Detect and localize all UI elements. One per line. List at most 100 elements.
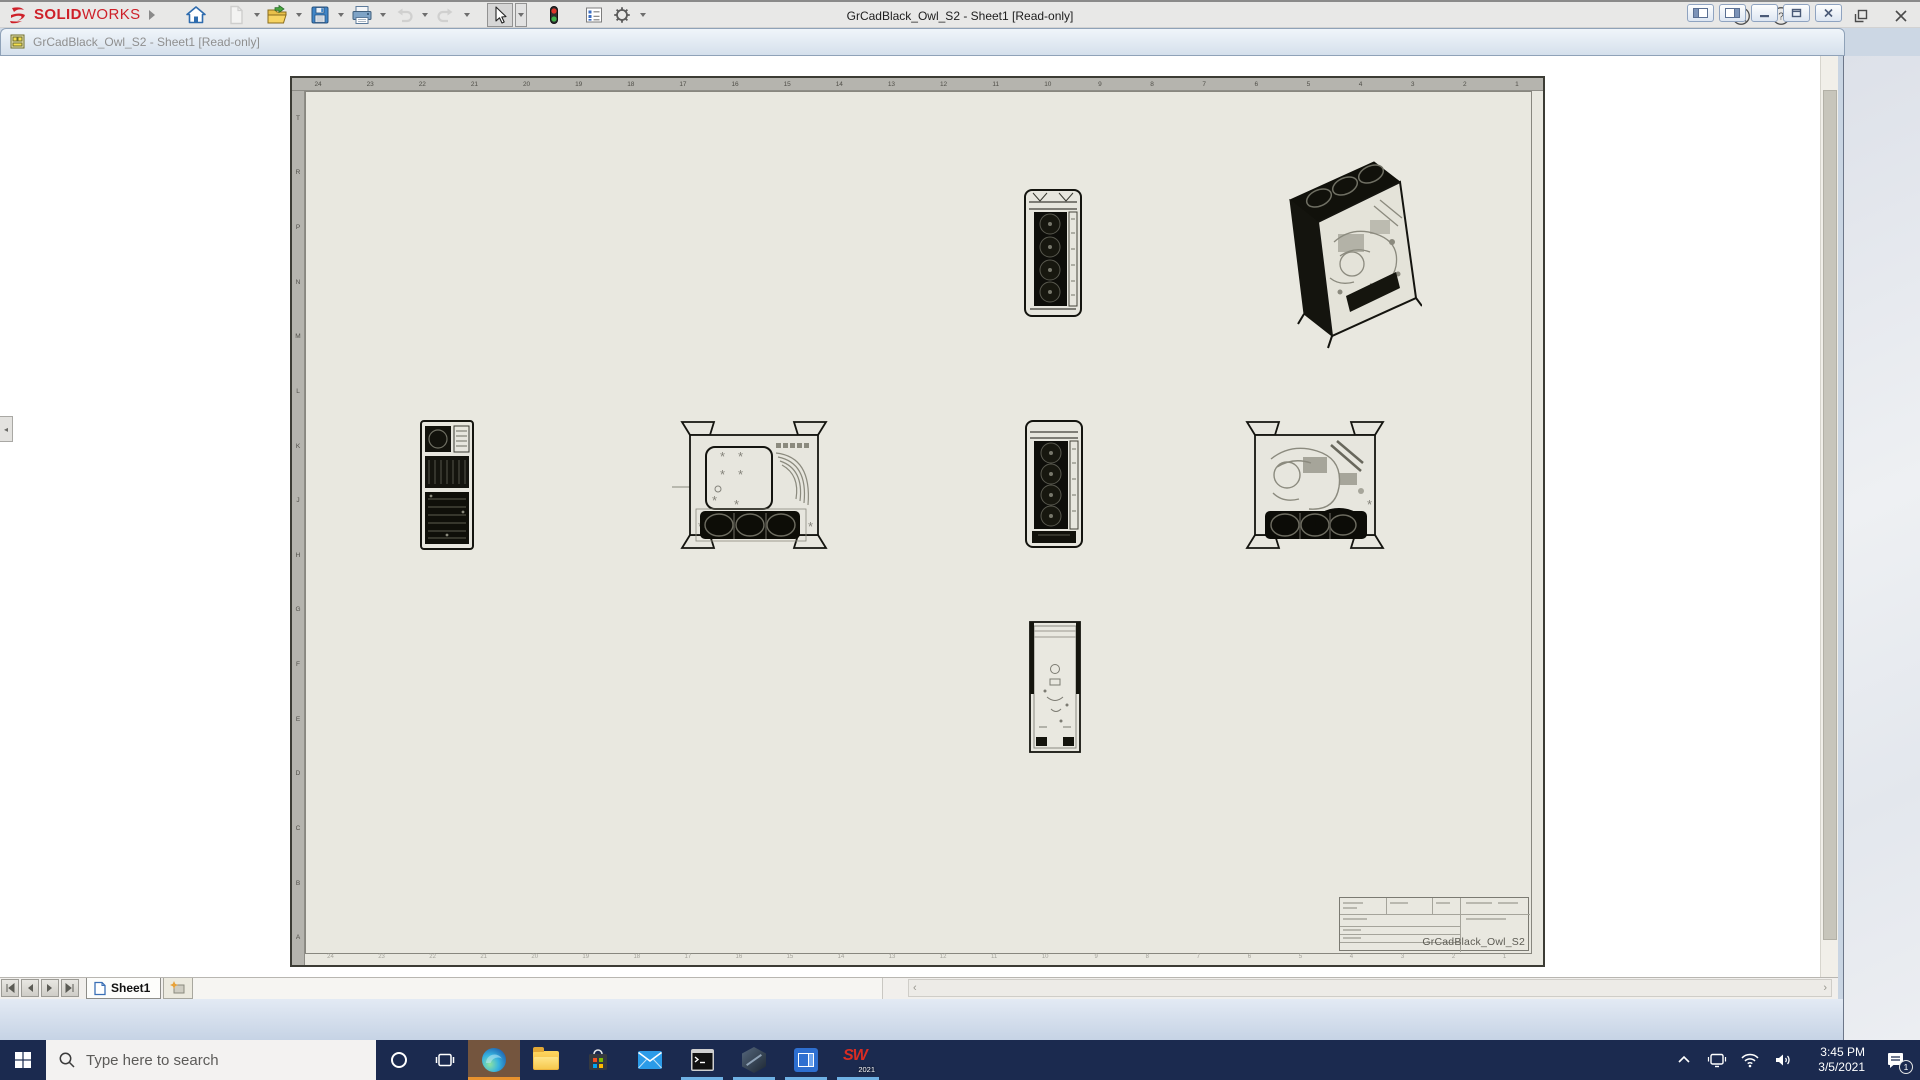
task-view-button[interactable]	[422, 1040, 468, 1080]
zone-number-label: 22	[407, 954, 458, 964]
tray-wifi-button[interactable]	[1737, 1040, 1763, 1080]
window-app-icon	[794, 1048, 818, 1072]
vertical-scrollbar[interactable]	[1820, 56, 1838, 977]
undo-dropdown[interactable]	[419, 3, 431, 27]
drawing-view-bottom[interactable]	[1025, 617, 1085, 757]
zone-letter-label: K	[292, 419, 304, 474]
taskbar-search[interactable]	[46, 1040, 376, 1080]
zone-number-label: 15	[761, 78, 813, 90]
restore-button[interactable]	[1848, 4, 1874, 28]
featuremanager-collapse-handle[interactable]: ◂	[0, 416, 13, 442]
search-input[interactable]	[86, 1052, 346, 1069]
vertical-scrollbar-thumb[interactable]	[1823, 90, 1837, 940]
horizontal-scrollbar[interactable]: ‹ ›	[908, 979, 1832, 997]
zone-number-label: 23	[344, 78, 396, 90]
pane-right-button[interactable]	[1719, 4, 1746, 22]
open-dropdown[interactable]	[293, 3, 305, 27]
zone-letter-label: T	[292, 91, 304, 146]
pane-left-button[interactable]	[1687, 4, 1714, 22]
action-center-button[interactable]: 1	[1876, 1040, 1916, 1080]
zone-number-label: 17	[657, 78, 709, 90]
rebuild-button[interactable]	[541, 3, 567, 27]
zone-ruler-bottom: 242322212019181716151413121110987654321	[305, 954, 1530, 964]
solidworks-logo-icon	[8, 6, 30, 24]
drawing-view-side-left[interactable]: **** ****	[672, 413, 828, 557]
new-document-button[interactable]	[223, 3, 249, 27]
zone-number-label: 14	[815, 954, 866, 964]
home-button[interactable]	[183, 3, 209, 27]
zone-number-label: 9	[1074, 78, 1126, 90]
zone-number-label: 8	[1126, 78, 1178, 90]
document-close-button[interactable]	[1815, 4, 1842, 22]
drawing-view-front-top[interactable]	[1022, 185, 1084, 321]
options-button[interactable]	[609, 3, 635, 27]
drawing-view-isometric[interactable]	[1274, 146, 1422, 354]
start-button[interactable]	[0, 1040, 46, 1080]
tray-display-icon-button[interactable]	[1704, 1040, 1730, 1080]
zone-number-label: 24	[305, 954, 356, 964]
taskbar-app-edge[interactable]	[468, 1040, 520, 1080]
zone-number-label: 17	[662, 954, 713, 964]
zone-number-label: 12	[918, 954, 969, 964]
cortana-button[interactable]	[376, 1040, 422, 1080]
taskbar-app-command-prompt[interactable]	[676, 1040, 728, 1080]
redo-button[interactable]	[433, 3, 459, 27]
first-sheet-icon	[5, 983, 15, 993]
zone-number-label: 21	[458, 954, 509, 964]
zone-letter-label: B	[292, 856, 304, 911]
quick-access-toolbar	[183, 3, 649, 27]
add-sheet-button[interactable]	[163, 978, 193, 999]
drawing-view-rear[interactable]	[417, 417, 477, 553]
svg-text:*: *	[720, 467, 725, 482]
drawing-viewport[interactable]: 242322212019181716151413121110987654321 …	[0, 56, 1820, 977]
tab-sheet1[interactable]: Sheet1	[86, 978, 161, 999]
hscroll-left-arrow-icon[interactable]: ‹	[913, 982, 917, 994]
taskbar-app-solidworks[interactable]: SW 2021	[832, 1040, 884, 1080]
document-minimize-button[interactable]	[1751, 4, 1778, 22]
select-tool-button[interactable]	[487, 3, 513, 27]
status-strip	[0, 999, 1843, 1040]
zone-number-label: 4	[1326, 954, 1377, 964]
taskbar-clock[interactable]: 3:45 PM 3/5/2021	[1803, 1045, 1869, 1075]
zone-number-label: 2	[1439, 78, 1491, 90]
drawing-view-side-right[interactable]: *	[1243, 413, 1387, 557]
clock-date: 3/5/2021	[1807, 1060, 1865, 1075]
tray-show-hidden-icons-button[interactable]	[1671, 1040, 1697, 1080]
notification-badge: 1	[1899, 1060, 1913, 1074]
print-dropdown[interactable]	[377, 3, 389, 27]
open-button[interactable]	[265, 3, 291, 27]
solidworks-brand[interactable]: SOLIDWORKS	[0, 6, 161, 24]
close-button[interactable]	[1888, 4, 1914, 28]
tray-volume-button[interactable]	[1770, 1040, 1796, 1080]
first-sheet-button[interactable]	[1, 979, 19, 997]
hscroll-right-arrow-icon[interactable]: ›	[1823, 982, 1827, 994]
file-properties-button[interactable]	[581, 3, 607, 27]
drawing-view-front[interactable]	[1023, 417, 1085, 551]
options-dropdown[interactable]	[637, 3, 649, 27]
taskbar-app-window-tool[interactable]	[780, 1040, 832, 1080]
save-button[interactable]	[307, 3, 333, 27]
zone-number-label: 20	[509, 954, 560, 964]
print-button[interactable]	[349, 3, 375, 27]
previous-sheet-button[interactable]	[21, 979, 39, 997]
next-sheet-button[interactable]	[41, 979, 59, 997]
zone-number-label: 18	[605, 78, 657, 90]
redo-dropdown[interactable]	[461, 3, 473, 27]
previous-sheet-icon	[25, 983, 35, 993]
chevron-up-icon	[1676, 1052, 1692, 1068]
zone-number-label: 6	[1230, 78, 1282, 90]
save-dropdown[interactable]	[335, 3, 347, 27]
last-sheet-button[interactable]	[61, 979, 79, 997]
taskbar-app-hexagon-tool[interactable]	[728, 1040, 780, 1080]
select-tool-dropdown[interactable]	[515, 3, 527, 27]
select-cursor-icon	[489, 4, 511, 26]
document-restore-button[interactable]	[1783, 4, 1810, 22]
zone-number-label: 19	[553, 78, 605, 90]
taskbar-app-store[interactable]	[572, 1040, 624, 1080]
taskbar-app-file-explorer[interactable]	[520, 1040, 572, 1080]
taskbar-app-mail[interactable]	[624, 1040, 676, 1080]
new-document-dropdown[interactable]	[251, 3, 263, 27]
zone-letter-label: P	[292, 200, 304, 255]
brand-expand-arrow-icon[interactable]	[149, 10, 155, 20]
undo-button[interactable]	[391, 3, 417, 27]
